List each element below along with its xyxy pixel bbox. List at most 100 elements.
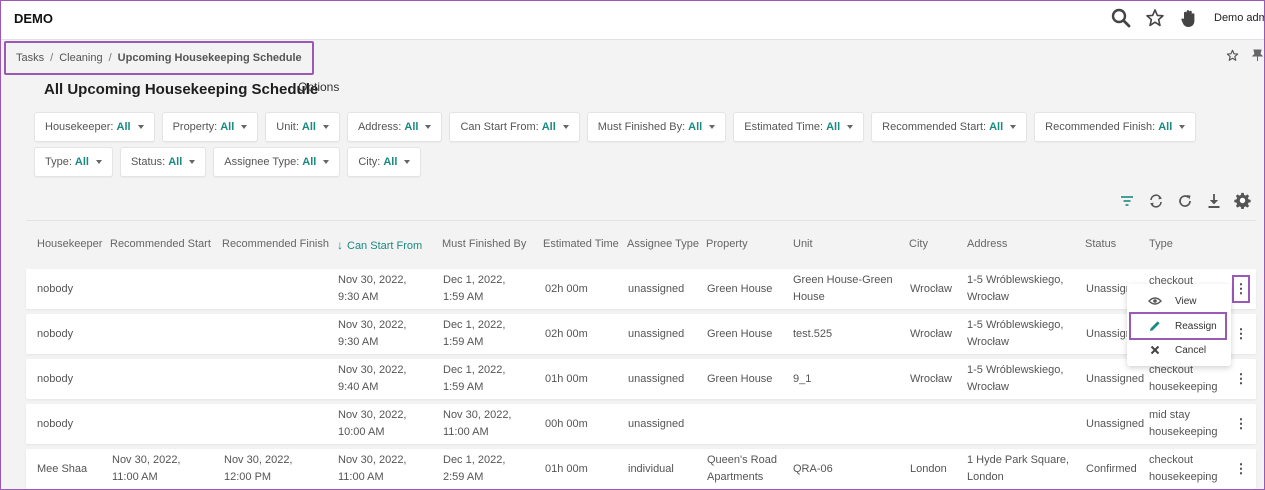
menu-item-view[interactable]: View xyxy=(1131,289,1227,313)
filter-value: All xyxy=(116,121,131,133)
top-bar: DEMO Demo admin xyxy=(0,0,1265,40)
favorite-star-icon[interactable] xyxy=(1226,49,1239,65)
cell-address: 1-5 Wróblewskiego, Wrocław xyxy=(967,364,1064,393)
caret-down-icon xyxy=(1179,125,1186,129)
row-actions-kebab-icon[interactable]: ⋮ xyxy=(1232,275,1250,303)
cell-estimated-time: 01h 00m xyxy=(545,372,588,385)
caret-down-icon xyxy=(189,160,196,164)
table-row[interactable]: nobody Nov 30, 2022, 9:30 AM Dec 1, 2022,… xyxy=(26,269,1256,309)
cell-property: Queen's Road Apartments xyxy=(707,454,777,483)
filter-value: All xyxy=(404,121,419,133)
caret-down-icon xyxy=(562,125,569,129)
cell-housekeeper: nobody xyxy=(37,282,74,295)
filter-label: Type: xyxy=(45,156,72,168)
column-header-assignee-type[interactable]: Assignee Type xyxy=(627,238,699,250)
filter-value: All xyxy=(688,121,703,133)
hand-icon[interactable] xyxy=(1178,7,1200,29)
search-icon[interactable] xyxy=(1110,7,1132,29)
eye-icon xyxy=(1145,296,1165,306)
cell-estimated-time: 01h 00m xyxy=(545,462,588,475)
caret-down-icon xyxy=(322,125,329,129)
refresh-icon[interactable] xyxy=(1174,190,1195,211)
gear-icon[interactable] xyxy=(1232,190,1253,211)
sync-icon[interactable] xyxy=(1145,190,1166,211)
table-row[interactable]: Mee Shaa Nov 30, 2022, 11:00 AM Nov 30, 2… xyxy=(26,449,1256,489)
cell-unit: QRA-06 xyxy=(793,462,833,475)
column-header-must-finished-by[interactable]: Must Finished By xyxy=(442,238,526,250)
filter-address[interactable]: Address: All xyxy=(346,112,443,142)
breadcrumb-separator: / xyxy=(50,52,54,64)
filter-value: All xyxy=(168,156,183,168)
filter-status[interactable]: Status: All xyxy=(119,147,207,177)
cell-housekeeper: nobody xyxy=(37,327,74,340)
cell-recommended-start: Nov 30, 2022, 11:00 AM xyxy=(112,454,181,483)
row-actions-kebab-icon[interactable]: ⋮ xyxy=(1235,461,1248,477)
filter-can-start-from[interactable]: Can Start From: All xyxy=(449,112,580,142)
cell-recommended-finish: Nov 30, 2022, 12:00 PM xyxy=(224,454,293,483)
column-header-unit[interactable]: Unit xyxy=(793,238,813,250)
filter-label: Can Start From: xyxy=(460,121,539,133)
schedule-table: Housekeeper Recommended Start Recommende… xyxy=(26,180,1256,490)
breadcrumb-separator: / xyxy=(108,52,112,64)
column-header-can-start-from[interactable]: ↓ Can Start From xyxy=(337,238,422,252)
filter-value: All xyxy=(989,121,1004,133)
close-icon xyxy=(1145,345,1165,355)
caret-down-icon xyxy=(425,125,432,129)
column-header-status[interactable]: Status xyxy=(1085,238,1116,250)
filter-unit[interactable]: Unit: All xyxy=(265,112,340,142)
filter-must-finished-by[interactable]: Must Finished By: All xyxy=(586,112,727,142)
column-header-address[interactable]: Address xyxy=(967,238,1007,250)
row-actions-kebab-icon[interactable]: ⋮ xyxy=(1235,371,1248,387)
page-title: All Upcoming Housekeeping Schedule xyxy=(44,81,319,98)
table-row[interactable]: nobody Nov 30, 2022, 10:00 AM Nov 30, 202… xyxy=(26,404,1256,444)
options-button[interactable]: Options xyxy=(298,80,339,94)
cell-status: Unassigned xyxy=(1086,417,1145,430)
filter-bar: Housekeeper: All Property: All Unit: All Ad… xyxy=(34,112,1197,142)
filter-value: All xyxy=(541,121,556,133)
filter-housekeeper[interactable]: Housekeeper: All xyxy=(34,112,155,142)
menu-item-reassign[interactable]: Reassign xyxy=(1129,312,1227,340)
cell-unit: Green House-Green House xyxy=(793,274,893,303)
row-actions-kebab-icon[interactable]: ⋮ xyxy=(1235,326,1248,342)
column-header-estimated-time[interactable]: Estimated Time xyxy=(543,238,619,250)
cell-address: 1 Hyde Park Square, London xyxy=(967,454,1070,483)
filter-icon[interactable] xyxy=(1116,190,1137,211)
cell-must-finished-by: Dec 1, 2022, 1:59 AM xyxy=(443,274,506,303)
filter-label: Status: xyxy=(130,156,166,168)
caret-down-icon xyxy=(95,160,102,164)
filter-city[interactable]: City: All xyxy=(347,147,422,177)
table-row[interactable]: nobody Nov 30, 2022, 9:30 AM Dec 1, 2022,… xyxy=(26,314,1256,354)
filter-value: All xyxy=(301,121,316,133)
filter-type[interactable]: Type: All xyxy=(34,147,113,177)
filter-recommended-finish[interactable]: Recommended Finish: All xyxy=(1034,112,1197,142)
breadcrumb-cleaning[interactable]: Cleaning xyxy=(59,52,102,64)
column-header-recommended-finish[interactable]: Recommended Finish xyxy=(222,238,329,250)
menu-item-cancel[interactable]: Cancel xyxy=(1131,338,1227,362)
column-header-city[interactable]: City xyxy=(909,238,928,250)
breadcrumb-tasks[interactable]: Tasks xyxy=(16,52,44,64)
cell-estimated-time: 02h 00m xyxy=(545,327,588,340)
cell-city: Wrocław xyxy=(910,327,952,340)
column-header-label: Can Start From xyxy=(347,240,423,252)
star-icon[interactable] xyxy=(1144,7,1166,29)
cell-assignee-type: unassigned xyxy=(628,282,685,295)
caret-down-icon xyxy=(241,125,248,129)
user-menu[interactable]: Demo admin xyxy=(1214,12,1265,24)
table-row[interactable]: nobody Nov 30, 2022, 9:40 AM Dec 1, 2022,… xyxy=(26,359,1256,399)
filter-recommended-start[interactable]: Recommended Start: All xyxy=(871,112,1028,142)
row-actions-kebab-icon[interactable]: ⋮ xyxy=(1235,416,1248,432)
cell-type: mid stay housekeeping xyxy=(1149,409,1218,438)
column-header-housekeeper[interactable]: Housekeeper xyxy=(37,238,102,250)
cell-type: checkout housekeeping xyxy=(1149,454,1218,483)
filter-property[interactable]: Property: All xyxy=(161,112,259,142)
column-header-type[interactable]: Type xyxy=(1149,238,1173,250)
cell-property: Green House xyxy=(707,282,773,295)
filter-estimated-time[interactable]: Estimated Time: All xyxy=(733,112,865,142)
pencil-icon xyxy=(1145,320,1165,332)
download-icon[interactable] xyxy=(1203,190,1224,211)
filter-assignee-type[interactable]: Assignee Type: All xyxy=(213,147,341,177)
column-header-recommended-start[interactable]: Recommended Start xyxy=(110,238,211,250)
pin-icon[interactable] xyxy=(1251,49,1264,65)
cell-city: London xyxy=(910,462,947,475)
column-header-property[interactable]: Property xyxy=(706,238,748,250)
